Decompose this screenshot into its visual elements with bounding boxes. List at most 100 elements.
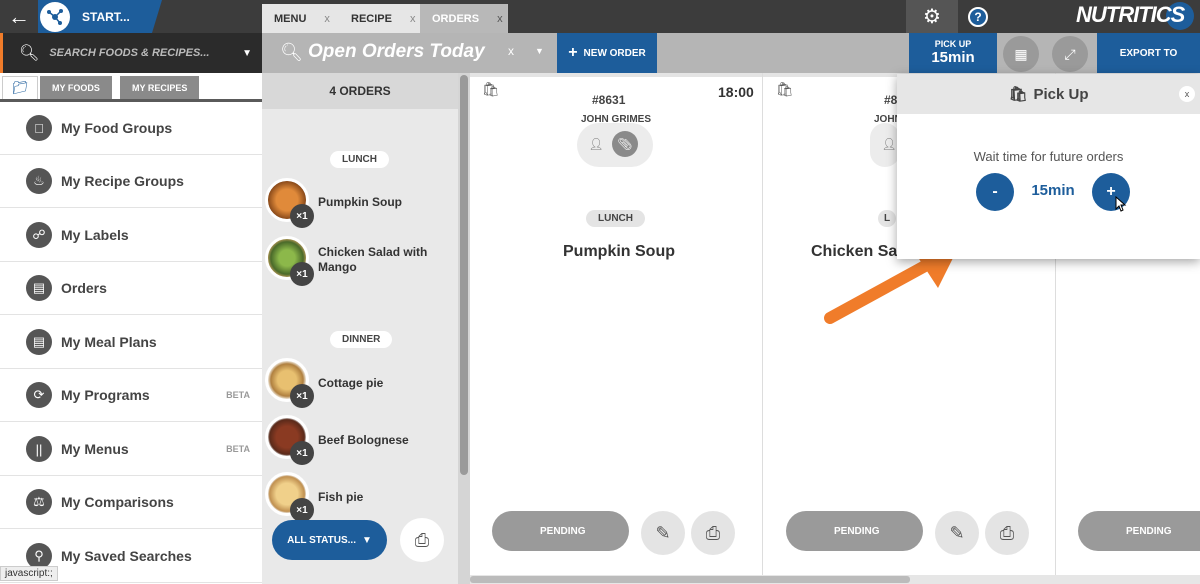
document-icon: ▤ — [26, 275, 52, 301]
horizontal-scrollbar[interactable] — [470, 575, 1200, 584]
print-icon[interactable]: ⎙ — [400, 518, 444, 562]
sidebar-item-label: My Labels — [61, 227, 129, 243]
status-filter-button[interactable]: ALL STATUS... ▼ — [272, 520, 387, 560]
food-search-bar[interactable]: 🔍︎ SEARCH FOODS & RECIPES... ▼ — [0, 33, 262, 73]
scrollbar-thumb[interactable] — [470, 576, 910, 583]
pickup-popup: 🛍︎ Pick Up x Wait time for future orders… — [897, 74, 1200, 259]
status-label: PENDING — [1126, 525, 1172, 537]
back-arrow-icon[interactable]: ← — [0, 0, 38, 33]
apple-icon:  — [26, 115, 52, 141]
sidebar-item-recipe-groups[interactable]: ♨ My Recipe Groups — [0, 155, 262, 208]
tab-my-recipes[interactable]: MY RECIPES — [120, 76, 200, 99]
sidebar:  My Food Groups ♨ My Recipe Groups ☍ My… — [0, 102, 262, 584]
status-label: PENDING — [834, 525, 880, 537]
start-label: START... — [82, 9, 130, 24]
scrollbar-thumb[interactable] — [460, 75, 468, 475]
help-button[interactable]: ? — [960, 0, 996, 33]
sidebar-item-label: Orders — [61, 280, 107, 296]
order-item-name: Fish pie — [318, 490, 364, 504]
vertical-scrollbar[interactable] — [458, 73, 470, 584]
sidebar-item-programs[interactable]: ⟳ My Programs BETA — [0, 369, 262, 422]
tab-label: RECIPE — [351, 12, 392, 25]
beta-badge: BETA — [226, 390, 250, 400]
search-icon: 🔍︎ — [19, 45, 40, 62]
sidebar-item-labels[interactable]: ☍ My Labels — [0, 209, 262, 262]
sidebar-item-label: My Comparisons — [61, 494, 174, 510]
edit-pencil-icon[interactable]: ✎ — [641, 511, 685, 555]
user-icon[interactable]: 👤︎ — [583, 131, 609, 157]
quantity-badge: ×1 — [290, 441, 314, 465]
new-order-button[interactable]: + NEW ORDER — [557, 33, 657, 73]
beta-badge: BETA — [226, 444, 250, 454]
clear-filter-icon[interactable]: x — [508, 44, 514, 58]
order-time: 18:00 — [718, 84, 754, 100]
attachment-icon[interactable]: 📎︎ — [612, 131, 638, 157]
wait-time-value: 15min — [1031, 182, 1075, 199]
folder-icon[interactable]: 📁︎ — [2, 76, 38, 99]
quantity-badge: ×1 — [290, 384, 314, 408]
bag-icon: 🛍︎ — [1008, 86, 1028, 103]
order-item-name: Chicken Salad with Mango — [318, 245, 428, 274]
orders-filter-title[interactable]: Open Orders Today — [308, 41, 485, 63]
document-icon: ▤ — [26, 329, 52, 355]
sidebar-item-label: My Programs — [61, 387, 150, 403]
top-bar — [0, 0, 1200, 33]
wait-time-label: Wait time for future orders — [973, 149, 1124, 164]
tab-recipe[interactable]: RECIPE x — [339, 4, 429, 33]
expand-icon[interactable]: ⤢ — [1052, 36, 1088, 72]
order-item-name: Pumpkin Soup — [318, 195, 402, 209]
browser-status-text: javascript:; — [0, 566, 58, 581]
tab-my-foods[interactable]: MY FOODS — [40, 76, 112, 99]
sidebar-item-label: My Meal Plans — [61, 334, 157, 350]
new-order-label: NEW ORDER — [583, 47, 646, 59]
status-filter-label: ALL STATUS... — [287, 534, 356, 546]
orders-count: 4 ORDERS — [262, 73, 458, 109]
order-number: #8 — [884, 93, 898, 107]
print-icon[interactable]: ⎙ — [985, 511, 1029, 555]
close-icon[interactable]: x — [324, 13, 330, 25]
status-dropdown[interactable]: PENDING ▼ — [492, 511, 640, 551]
sidebar-item-label: My Food Groups — [61, 120, 173, 136]
start-button[interactable]: START... — [38, 0, 162, 33]
plus-icon: + — [568, 44, 578, 61]
meal-group-pill: DINNER — [330, 331, 393, 348]
sidebar-item-meal-plans[interactable]: ▤ My Meal Plans — [0, 316, 262, 369]
status-label: PENDING — [540, 525, 586, 537]
sidebar-item-menus[interactable]: || My Menus BETA — [0, 423, 262, 476]
settings-gear-icon[interactable]: ⚙ — [906, 0, 958, 33]
quantity-badge: ×1 — [290, 262, 314, 286]
status-dropdown[interactable]: PENDING — [1078, 511, 1200, 551]
meal-pill: L — [878, 210, 897, 227]
cutlery-icon: || — [26, 436, 52, 462]
tab-orders[interactable]: ORDERS x — [420, 4, 508, 33]
status-dropdown[interactable]: PENDING ▼ — [786, 511, 934, 551]
edit-pencil-icon[interactable]: ✎ — [935, 511, 979, 555]
sidebar-item-food-groups[interactable]:  My Food Groups — [0, 102, 262, 155]
close-icon[interactable]: x — [1179, 86, 1195, 102]
order-item-name: Beef Bolognese — [318, 433, 409, 447]
close-icon[interactable]: x — [497, 13, 503, 25]
close-icon[interactable]: x — [410, 13, 416, 25]
search-input[interactable]: SEARCH FOODS & RECIPES... — [49, 47, 242, 59]
sidebar-item-label: My Recipe Groups — [61, 173, 184, 189]
tab-menu[interactable]: MENU x — [262, 4, 343, 33]
sidebar-item-label: My Saved Searches — [61, 548, 192, 564]
bag-icon: 🛍︎ — [482, 81, 500, 97]
quantity-badge: ×1 — [290, 204, 314, 228]
sidebar-item-comparisons[interactable]: ⚖ My Comparisons — [0, 476, 262, 529]
scales-icon: ⚖ — [26, 489, 52, 515]
decrease-wait-button[interactable]: - — [976, 173, 1014, 211]
print-icon[interactable]: ⎙ — [691, 511, 735, 555]
programs-icon: ⟳ — [26, 382, 52, 408]
sidebar-item-orders[interactable]: ▤ Orders — [0, 262, 262, 315]
caret-down-icon: ▼ — [361, 534, 372, 546]
tab-label: MENU — [274, 12, 307, 25]
grid-view-icon[interactable]: ▦ — [1003, 36, 1039, 72]
dropdown-caret-icon[interactable]: ▼ — [242, 48, 252, 59]
pickup-value: 15min — [931, 49, 975, 66]
pickup-button[interactable]: PICK UP 15min — [909, 33, 997, 73]
order-number: #8631 — [592, 93, 626, 107]
pickup-label: PICK UP — [934, 39, 972, 49]
export-button[interactable]: EXPORT TO — [1097, 33, 1200, 73]
dropdown-caret-icon[interactable]: ▼ — [535, 46, 544, 56]
